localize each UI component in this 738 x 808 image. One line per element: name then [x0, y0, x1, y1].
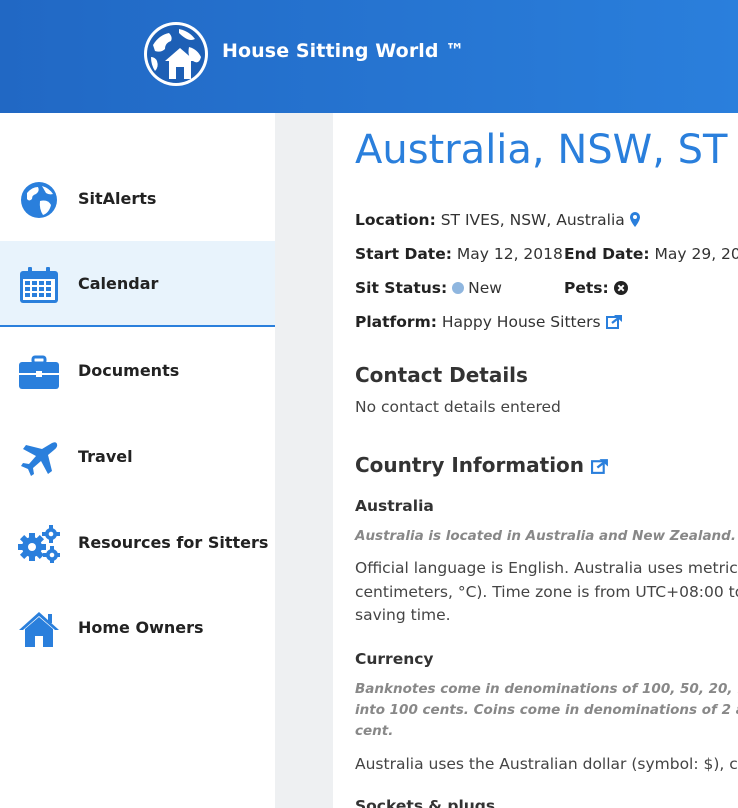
sockets-heading: Sockets & plugs	[355, 797, 496, 808]
sidebar-item-sitalerts[interactable]: SitAlerts	[0, 156, 275, 242]
map-marker-icon[interactable]	[629, 212, 640, 227]
end-date-value: May 29, 2018	[654, 245, 738, 263]
sidebar-item-travel[interactable]: Travel	[0, 414, 275, 500]
platform-row: Platform: Happy House Sitters	[355, 313, 623, 331]
country-name: Australia	[355, 497, 434, 515]
gears-icon	[18, 525, 60, 563]
status-dot-icon	[452, 282, 465, 294]
sidebar-item-label: Resources for Sitters	[78, 533, 269, 552]
content-gutter	[275, 113, 333, 808]
external-link-icon[interactable]	[591, 458, 609, 474]
times-circle-icon	[613, 281, 628, 295]
app-header: House Sitting World ™	[0, 0, 738, 113]
end-date-row: End Date: May 29, 2018	[564, 245, 738, 263]
start-date-label: Start Date:	[355, 245, 452, 263]
country-location-note: Australia is located in Australia and Ne…	[355, 528, 736, 544]
page-title: Australia, NSW, ST IVES	[355, 127, 738, 173]
airplane-icon	[21, 442, 58, 476]
brand-title[interactable]: House Sitting World ™	[222, 40, 464, 62]
currency-note-line: cent.	[355, 723, 394, 739]
country-body: Official language is English. Australia …	[355, 557, 738, 628]
pets-row: Pets:	[564, 279, 628, 297]
country-body-line: centimeters, °C). Time zone is from UTC+…	[355, 582, 738, 601]
briefcase-icon	[19, 355, 59, 389]
dates-row: Start Date: May 12, 2018	[355, 245, 563, 263]
currency-note-line: Banknotes come in denominations of 100, …	[355, 681, 738, 697]
sidebar-item-resources[interactable]: Resources for Sitters	[0, 500, 275, 586]
currency-note-line: into 100 cents. Coins come in denominati…	[355, 702, 738, 718]
currency-heading: Currency	[355, 650, 434, 668]
start-date-value: May 12, 2018	[456, 245, 563, 263]
sidebar-item-label: Documents	[78, 361, 180, 380]
country-info-heading: Country Information	[355, 453, 609, 477]
end-date-label: End Date:	[564, 245, 650, 263]
country-body-line: Official language is English. Australia …	[355, 559, 738, 577]
pets-label: Pets:	[564, 279, 609, 297]
contact-details-text: No contact details entered	[355, 398, 561, 416]
external-link-icon[interactable]	[605, 314, 623, 329]
sidebar-item-label: SitAlerts	[78, 189, 157, 208]
main-panel: Australia, NSW, ST IVES Location: ST IVE…	[333, 113, 738, 808]
country-body-line: saving time.	[355, 606, 451, 624]
currency-body: Australia uses the Australian dollar (sy…	[355, 755, 738, 773]
location-value: ST IVES, NSW, Australia	[440, 211, 625, 229]
sidebar-item-home-owners[interactable]: Home Owners	[0, 585, 275, 671]
globe-icon	[21, 182, 57, 218]
sit-status-value: New	[468, 279, 502, 297]
sidebar: SitAlerts Calendar Documents Travel Reso…	[0, 113, 275, 808]
sidebar-item-label: Travel	[78, 447, 133, 466]
home-icon	[19, 612, 59, 647]
globe-house-logo-icon[interactable]	[143, 21, 209, 87]
platform-label: Platform:	[355, 313, 437, 331]
location-row: Location: ST IVES, NSW, Australia	[355, 211, 640, 229]
sit-status-label: Sit Status:	[355, 279, 448, 297]
calendar-icon	[20, 267, 58, 303]
currency-note: Banknotes come in denominations of 100, …	[355, 679, 738, 742]
contact-details-heading: Contact Details	[355, 363, 528, 387]
location-label: Location:	[355, 211, 436, 229]
country-info-title: Country Information	[355, 453, 585, 477]
status-row: Sit Status: New	[355, 279, 502, 297]
sidebar-item-calendar[interactable]: Calendar	[0, 241, 275, 327]
sidebar-item-documents[interactable]: Documents	[0, 328, 275, 414]
sidebar-item-label: Calendar	[78, 274, 159, 293]
sidebar-item-label: Home Owners	[78, 618, 204, 637]
platform-value: Happy House Sitters	[441, 313, 601, 331]
